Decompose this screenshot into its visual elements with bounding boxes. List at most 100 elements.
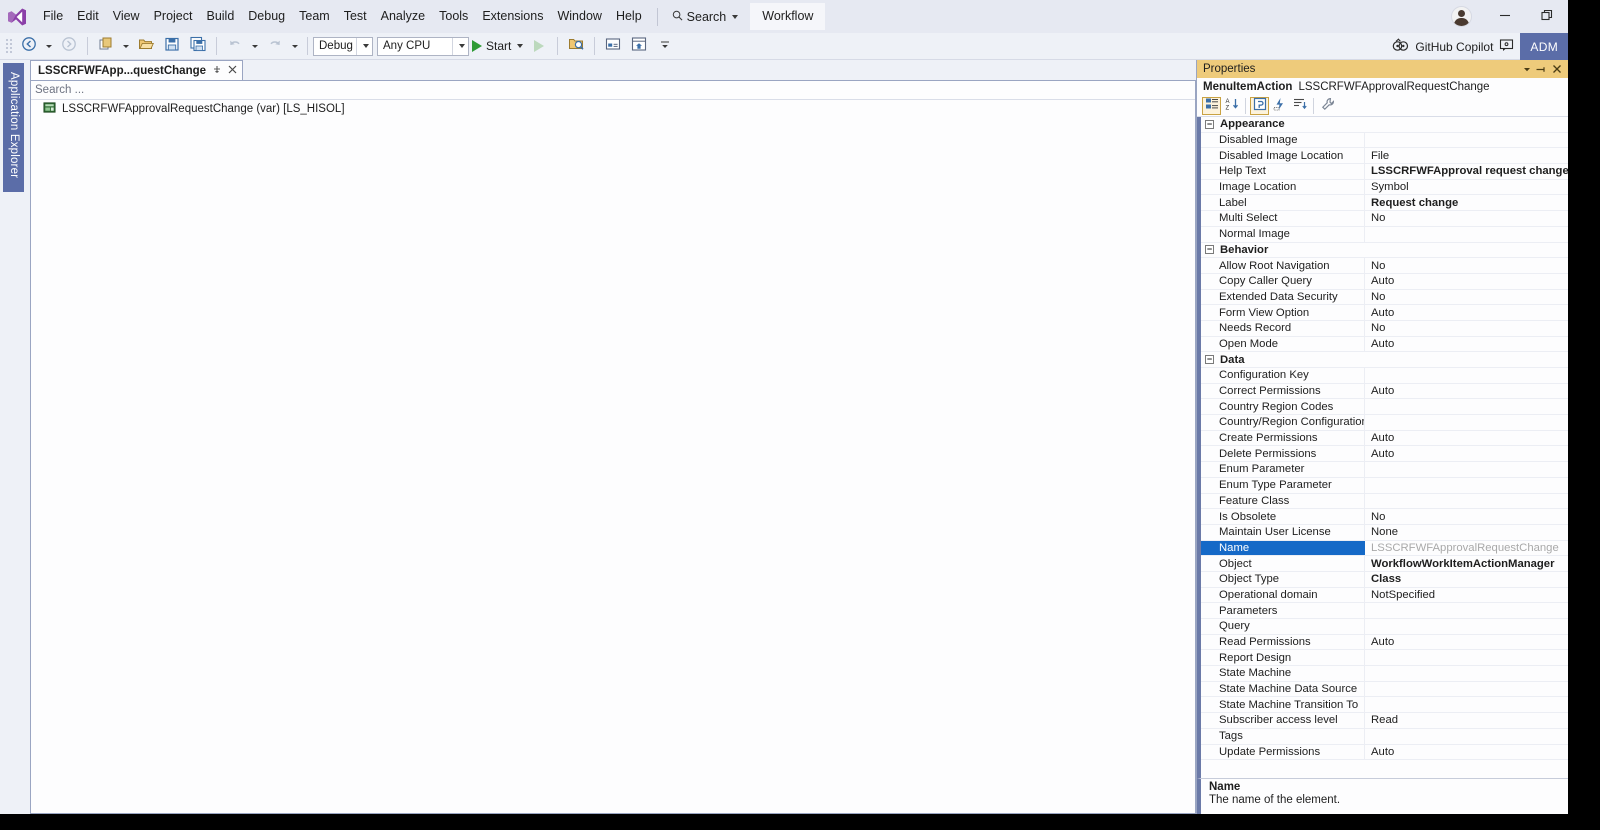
property-row[interactable]: Help Text LSSCRFWFApproval request change… — [1201, 164, 1568, 180]
solution-explorer-button[interactable] — [626, 35, 652, 57]
property-value[interactable] — [1365, 227, 1568, 242]
start-debug-button[interactable]: Start — [469, 39, 526, 53]
property-row[interactable]: Report Design — [1201, 650, 1568, 667]
property-row[interactable]: Object Type Class — [1201, 571, 1568, 588]
property-value[interactable] — [1365, 619, 1568, 634]
find-in-files-button[interactable] — [563, 35, 589, 57]
property-value[interactable]: No — [1365, 321, 1568, 336]
property-row[interactable]: Operational domain NotSpecified — [1201, 587, 1568, 604]
property-row[interactable]: Feature Class — [1201, 493, 1568, 510]
menu-build[interactable]: Build — [199, 5, 241, 28]
property-row[interactable]: Update Permissions Auto — [1201, 744, 1568, 761]
property-value[interactable]: Request change — [1365, 195, 1568, 210]
redo-button[interactable] — [262, 35, 288, 57]
property-value[interactable] — [1365, 682, 1568, 697]
element-search-row[interactable]: Search ... — [31, 81, 1195, 100]
avatar[interactable] — [1451, 6, 1472, 27]
menu-team[interactable]: Team — [292, 5, 337, 28]
property-value[interactable] — [1365, 399, 1568, 414]
collapse-icon[interactable]: − — [1205, 245, 1214, 255]
property-category-appearance[interactable]: − Appearance — [1201, 117, 1568, 133]
property-row[interactable]: Is Obsolete No — [1201, 509, 1568, 525]
property-value[interactable]: None — [1365, 525, 1568, 540]
property-value[interactable]: Symbol — [1365, 180, 1568, 195]
open-file-button[interactable] — [133, 35, 159, 57]
menu-help[interactable]: Help — [609, 5, 649, 28]
events-view-button[interactable] — [1270, 97, 1289, 115]
property-value[interactable]: Auto — [1365, 337, 1568, 352]
menu-debug[interactable]: Debug — [241, 5, 292, 28]
property-row[interactable]: Multi Select No — [1201, 211, 1568, 227]
property-row[interactable]: Enum Type Parameter — [1201, 477, 1568, 494]
property-row[interactable]: Image Location Symbol — [1201, 179, 1568, 196]
property-category-data[interactable]: − Data — [1201, 352, 1568, 368]
property-value[interactable]: Auto — [1365, 635, 1568, 650]
search-input[interactable]: Search ... — [35, 84, 84, 96]
property-value[interactable] — [1365, 697, 1568, 712]
property-value[interactable] — [1365, 415, 1568, 430]
property-value[interactable]: LSSCRFWFApprovalRequestChange — [1365, 541, 1568, 556]
properties-grid[interactable]: − Appearance Disabled Image Disabled Image … — [1197, 117, 1568, 778]
property-row[interactable]: Object WorkflowWorkItemActionManager — [1201, 556, 1568, 572]
property-row[interactable]: State Machine Transition To — [1201, 697, 1568, 714]
configuration-dropdown-icon[interactable] — [356, 37, 372, 55]
property-value[interactable]: Auto — [1365, 384, 1568, 399]
property-row[interactable]: Tags — [1201, 728, 1568, 745]
document-tab[interactable]: LSSCRFWFApp...questChange — [30, 60, 244, 80]
new-project-dropdown-icon[interactable] — [123, 44, 129, 48]
property-row[interactable]: Configuration Key — [1201, 368, 1568, 384]
property-row[interactable]: Parameters — [1201, 603, 1568, 619]
property-value[interactable] — [1365, 729, 1568, 744]
property-value[interactable]: Auto — [1365, 305, 1568, 320]
alphabetical-sort-button[interactable]: A Z — [1222, 97, 1241, 115]
tree-item-root[interactable]: LSSCRFWFApprovalRequestChange (var) [LS_… — [31, 100, 1195, 118]
property-category-behavior[interactable]: − Behavior — [1201, 242, 1568, 259]
property-row[interactable]: Open Mode Auto — [1201, 336, 1568, 353]
categorized-view-button[interactable] — [1202, 97, 1221, 115]
property-value[interactable]: NotSpecified — [1365, 588, 1568, 603]
properties-window-button[interactable] — [600, 35, 626, 57]
platform-dropdown-icon[interactable] — [452, 37, 468, 55]
property-value[interactable]: No — [1365, 211, 1568, 226]
property-pages-settings-button[interactable] — [1318, 97, 1337, 115]
collapse-icon[interactable]: − — [1205, 119, 1214, 129]
property-pages-button[interactable] — [1290, 97, 1309, 115]
property-value[interactable]: No — [1365, 290, 1568, 305]
navigate-back-button[interactable] — [16, 35, 42, 57]
new-project-button[interactable] — [93, 35, 119, 57]
property-row[interactable]: Query — [1201, 619, 1568, 635]
menu-view[interactable]: View — [106, 5, 147, 28]
property-value[interactable] — [1365, 666, 1568, 681]
chevron-down-icon[interactable] — [1519, 61, 1534, 77]
start-without-debugging-button[interactable] — [526, 35, 552, 57]
property-value[interactable]: Auto — [1365, 431, 1568, 446]
property-value[interactable]: Auto — [1365, 446, 1568, 461]
property-row[interactable]: Disabled Image — [1201, 132, 1568, 149]
property-row[interactable]: Name LSSCRFWFApprovalRequestChange — [1201, 540, 1568, 557]
property-value[interactable]: No — [1365, 258, 1568, 273]
menu-window[interactable]: Window — [550, 5, 608, 28]
property-value[interactable]: No — [1365, 509, 1568, 524]
property-value[interactable]: Auto — [1365, 274, 1568, 289]
undo-button[interactable] — [222, 35, 248, 57]
property-value[interactable] — [1365, 650, 1568, 665]
property-value[interactable]: Read — [1365, 713, 1568, 728]
property-value[interactable]: WorkflowWorkItemActionManager — [1365, 556, 1568, 571]
pin-icon[interactable] — [1534, 61, 1549, 77]
minimize-button[interactable] — [1484, 0, 1526, 33]
property-row[interactable]: Needs Record No — [1201, 320, 1568, 337]
property-row[interactable]: Create Permissions Auto — [1201, 430, 1568, 447]
property-row[interactable]: Allow Root Navigation No — [1201, 258, 1568, 274]
configuration-combo[interactable]: Debug — [313, 36, 373, 56]
pin-icon[interactable] — [212, 64, 222, 77]
property-row[interactable]: Country/Region Configuration Ke — [1201, 415, 1568, 431]
menu-file[interactable]: File — [36, 5, 70, 28]
start-dropdown-icon[interactable] — [517, 44, 524, 48]
property-row[interactable]: Normal Image — [1201, 226, 1568, 243]
property-value[interactable] — [1365, 462, 1568, 477]
close-icon[interactable] — [1549, 61, 1564, 77]
property-value[interactable]: Auto — [1365, 745, 1568, 760]
property-row[interactable]: State Machine Data Source — [1201, 681, 1568, 698]
property-value[interactable] — [1365, 133, 1568, 148]
close-icon[interactable] — [228, 65, 237, 77]
